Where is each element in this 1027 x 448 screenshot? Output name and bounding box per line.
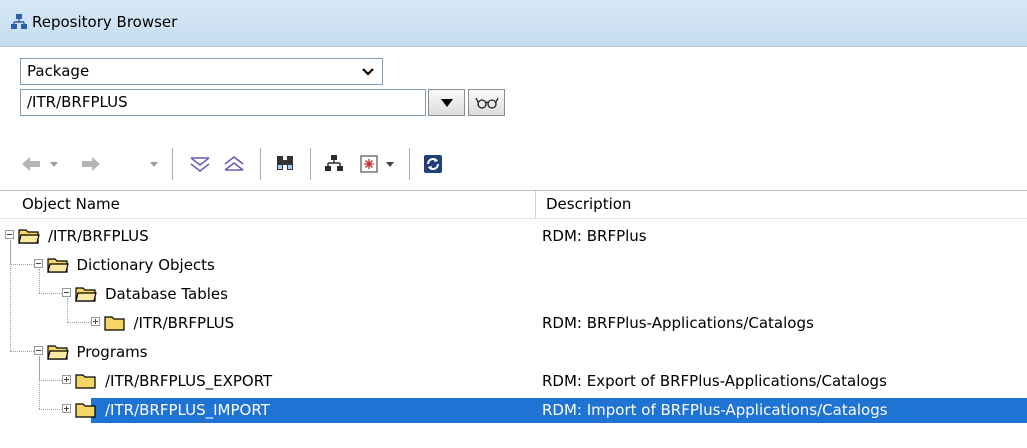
- glasses-icon: [474, 97, 499, 109]
- tree-node-label[interactable]: /ITR/BRFPLUS: [134, 314, 235, 332]
- object-name-value: /ITR/BRFPLUS: [27, 93, 128, 111]
- object-type-select[interactable]: Package: [20, 58, 383, 85]
- tree-node-label[interactable]: Programs: [77, 343, 148, 361]
- object-list-icon[interactable]: [358, 152, 380, 176]
- toolbar-separator: [260, 148, 261, 180]
- tree-connector: [10, 351, 34, 352]
- tree-connector: [38, 269, 40, 293]
- object-name-input[interactable]: /ITR/BRFPLUS: [20, 89, 426, 116]
- tree-node-label[interactable]: /ITR/BRFPLUS_EXPORT: [105, 372, 272, 390]
- tree-node-description: RDM: BRFPlus: [542, 227, 647, 245]
- hierarchy-icon[interactable]: [323, 152, 345, 176]
- tree-connector: [38, 409, 62, 410]
- collapse-node-icon[interactable]: [5, 230, 14, 239]
- collapse-node-icon[interactable]: [62, 288, 71, 297]
- expand-node-icon[interactable]: [62, 404, 71, 413]
- folder-open-icon: [46, 345, 69, 360]
- expand-node-icon[interactable]: [90, 317, 100, 326]
- tree-row[interactable]: Database Tables: [0, 280, 1027, 309]
- tree-node-label[interactable]: /ITR/BRFPLUS: [48, 227, 149, 245]
- object-list-dropdown-icon[interactable]: [384, 152, 396, 176]
- forward-arrow-icon[interactable]: [80, 152, 102, 176]
- tree-connector: [67, 298, 68, 322]
- collapse-all-icon[interactable]: [222, 152, 246, 176]
- chevron-down-icon: [362, 68, 374, 76]
- expand-node-icon[interactable]: [62, 375, 71, 384]
- forward-dropdown-icon[interactable]: [148, 152, 160, 176]
- tree-connector: [38, 356, 40, 409]
- column-header-description[interactable]: Description: [546, 195, 631, 213]
- column-divider[interactable]: [535, 191, 536, 218]
- tree-node-description: RDM: Export of BRFPlus-Applications/Cata…: [542, 372, 887, 390]
- tree-row[interactable]: /ITR/BRFPLUS RDM: BRFPlus-Applications/Ca…: [0, 309, 1027, 338]
- collapse-node-icon[interactable]: [33, 346, 43, 355]
- folder-open-icon: [18, 229, 40, 244]
- object-name-dropdown-button[interactable]: [428, 89, 465, 116]
- folder-icon: [103, 316, 125, 331]
- toolbar-separator: [409, 148, 410, 180]
- title-bar: Repository Browser: [0, 0, 1027, 47]
- tree-node-description: RDM: Import of BRFPlus-Applications/Cata…: [542, 401, 888, 419]
- object-type-value: Package: [27, 62, 90, 80]
- tree-connector: [67, 322, 91, 323]
- folder-open-icon: [46, 258, 69, 273]
- toolbar-separator: [310, 148, 311, 180]
- window-title: Repository Browser: [32, 13, 178, 31]
- tree-node-label[interactable]: Database Tables: [105, 285, 228, 303]
- back-dropdown-icon[interactable]: [48, 152, 60, 176]
- tree-row[interactable]: Programs: [0, 338, 1027, 367]
- tree-node-label[interactable]: Dictionary Objects: [77, 256, 215, 274]
- tree-row[interactable]: /ITR/BRFPLUS_EXPORT RDM: Export of BRFPlu…: [0, 367, 1027, 396]
- tree-node-description: RDM: BRFPlus-Applications/Catalogs: [542, 314, 814, 332]
- triangle-down-icon: [440, 99, 453, 107]
- tree-connector: [38, 380, 62, 381]
- folder-icon: [75, 374, 96, 389]
- tree-row[interactable]: /ITR/BRFPLUS RDM: BRFPlus: [0, 222, 1027, 251]
- toolbar-separator: [172, 148, 173, 180]
- tree-connector: [10, 240, 11, 351]
- collapse-node-icon[interactable]: [33, 259, 43, 268]
- object-tree[interactable]: /ITR/BRFPLUS RDM: BRFPlus Dictionary Objec…: [0, 222, 1027, 448]
- folder-open-icon: [75, 287, 97, 302]
- display-button[interactable]: [468, 89, 505, 116]
- expand-all-icon[interactable]: [188, 152, 212, 176]
- tree-node-label[interactable]: /ITR/BRFPLUS_IMPORT: [105, 401, 270, 419]
- folder-icon: [75, 403, 96, 418]
- column-header-object-name[interactable]: Object Name: [22, 195, 120, 213]
- tree-row[interactable]: /ITR/BRFPLUS_IMPORT RDM: Import of BRFPlu…: [0, 396, 1027, 425]
- tree-connector: [10, 264, 34, 265]
- tree-connector: [38, 293, 62, 294]
- find-icon[interactable]: [274, 152, 296, 176]
- back-arrow-icon[interactable]: [20, 152, 42, 176]
- tree-row[interactable]: Dictionary Objects: [0, 251, 1027, 280]
- hierarchy-icon: [11, 14, 27, 29]
- refresh-icon[interactable]: [422, 152, 444, 176]
- column-header-row: Object Name Description: [0, 190, 1027, 219]
